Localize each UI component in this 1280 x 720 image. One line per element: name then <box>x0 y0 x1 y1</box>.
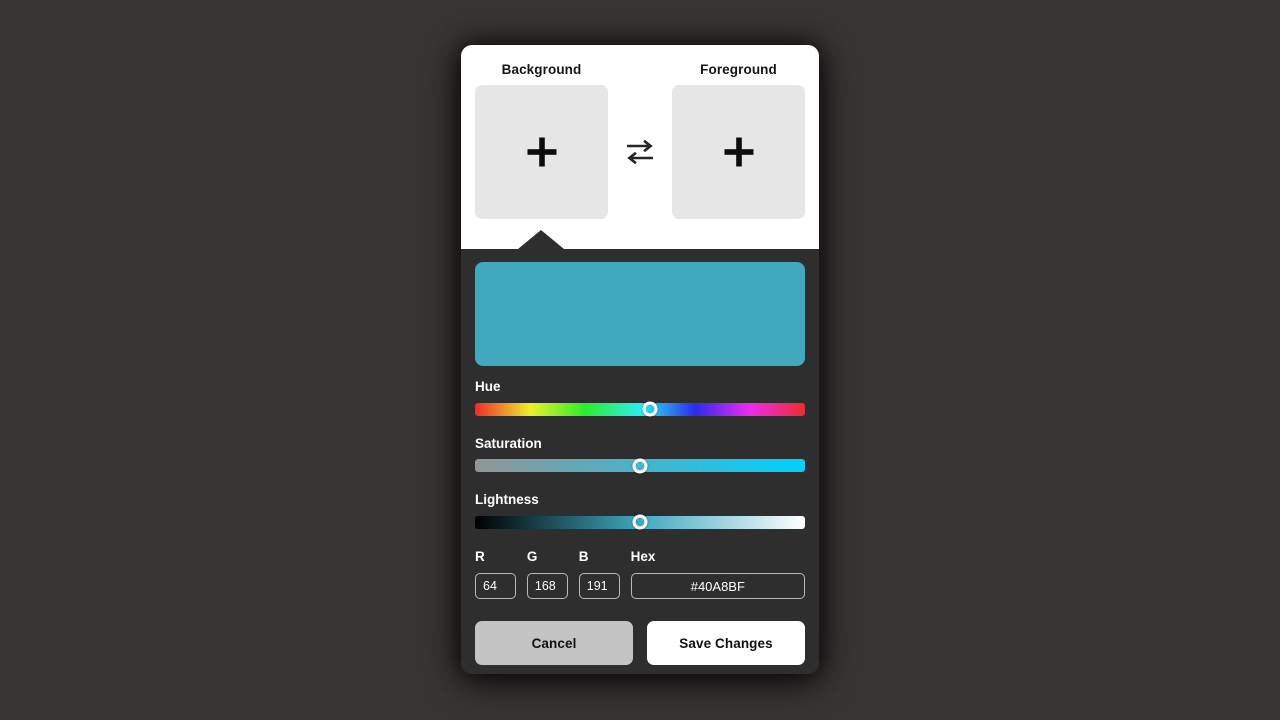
swap-horizontal-arrows-icon <box>627 139 653 165</box>
hue-slider-label: Hue <box>475 379 501 394</box>
blue-input[interactable] <box>578 573 620 599</box>
hue-slider-thumb[interactable] <box>642 401 658 417</box>
blue-field-group: B <box>578 548 620 599</box>
slots-panel: Background Foreground <box>461 45 819 249</box>
dialog-actions: Cancel Save Changes <box>475 621 805 665</box>
green-field-group: G <box>526 548 568 599</box>
red-field-group: R <box>475 548 516 599</box>
lightness-slider-label: Lightness <box>475 492 539 507</box>
foreground-slot-label: Foreground <box>700 62 777 77</box>
cancel-button[interactable]: Cancel <box>475 621 633 665</box>
save-changes-button[interactable]: Save Changes <box>647 621 805 665</box>
lightness-slider-thumb[interactable] <box>632 514 648 530</box>
saturation-slider-group: Saturation <box>475 435 805 492</box>
lightness-slider-group: Lightness <box>475 493 805 548</box>
color-preview <box>475 262 805 366</box>
foreground-slot: Foreground <box>672 63 805 219</box>
color-value-fields: R G B Hex <box>475 548 806 599</box>
green-field-label: G <box>526 548 538 564</box>
blue-field-label: B <box>578 548 589 564</box>
color-picker-dialog: Background Foreground Hue Saturation Lig… <box>461 45 819 674</box>
green-input[interactable] <box>526 573 568 599</box>
color-editor-panel: Hue Saturation Lightness R 64 G 168 B 19… <box>461 249 819 674</box>
hex-field-label: Hex <box>630 548 656 564</box>
red-field-label: R <box>475 548 485 564</box>
red-input[interactable] <box>475 573 516 599</box>
lightness-slider[interactable] <box>475 514 805 530</box>
hex-input[interactable] <box>630 573 806 599</box>
saturation-slider-thumb[interactable] <box>632 458 648 473</box>
saturation-slider[interactable] <box>475 458 805 473</box>
hue-slider-group: Hue <box>475 380 805 435</box>
background-color-swatch[interactable] <box>475 84 608 219</box>
hue-slider[interactable] <box>475 401 805 417</box>
saturation-slider-label: Saturation <box>475 435 542 451</box>
slot-row: Background Foreground <box>475 63 805 219</box>
background-slot: Background <box>475 63 608 219</box>
foreground-color-swatch[interactable] <box>672 84 805 219</box>
swap-colors-button[interactable] <box>610 85 670 219</box>
background-slot-label: Background <box>501 62 582 77</box>
active-slot-pointer <box>518 230 564 249</box>
plus-icon <box>724 137 753 166</box>
hex-field-group: Hex <box>630 548 806 599</box>
plus-icon <box>527 137 556 166</box>
